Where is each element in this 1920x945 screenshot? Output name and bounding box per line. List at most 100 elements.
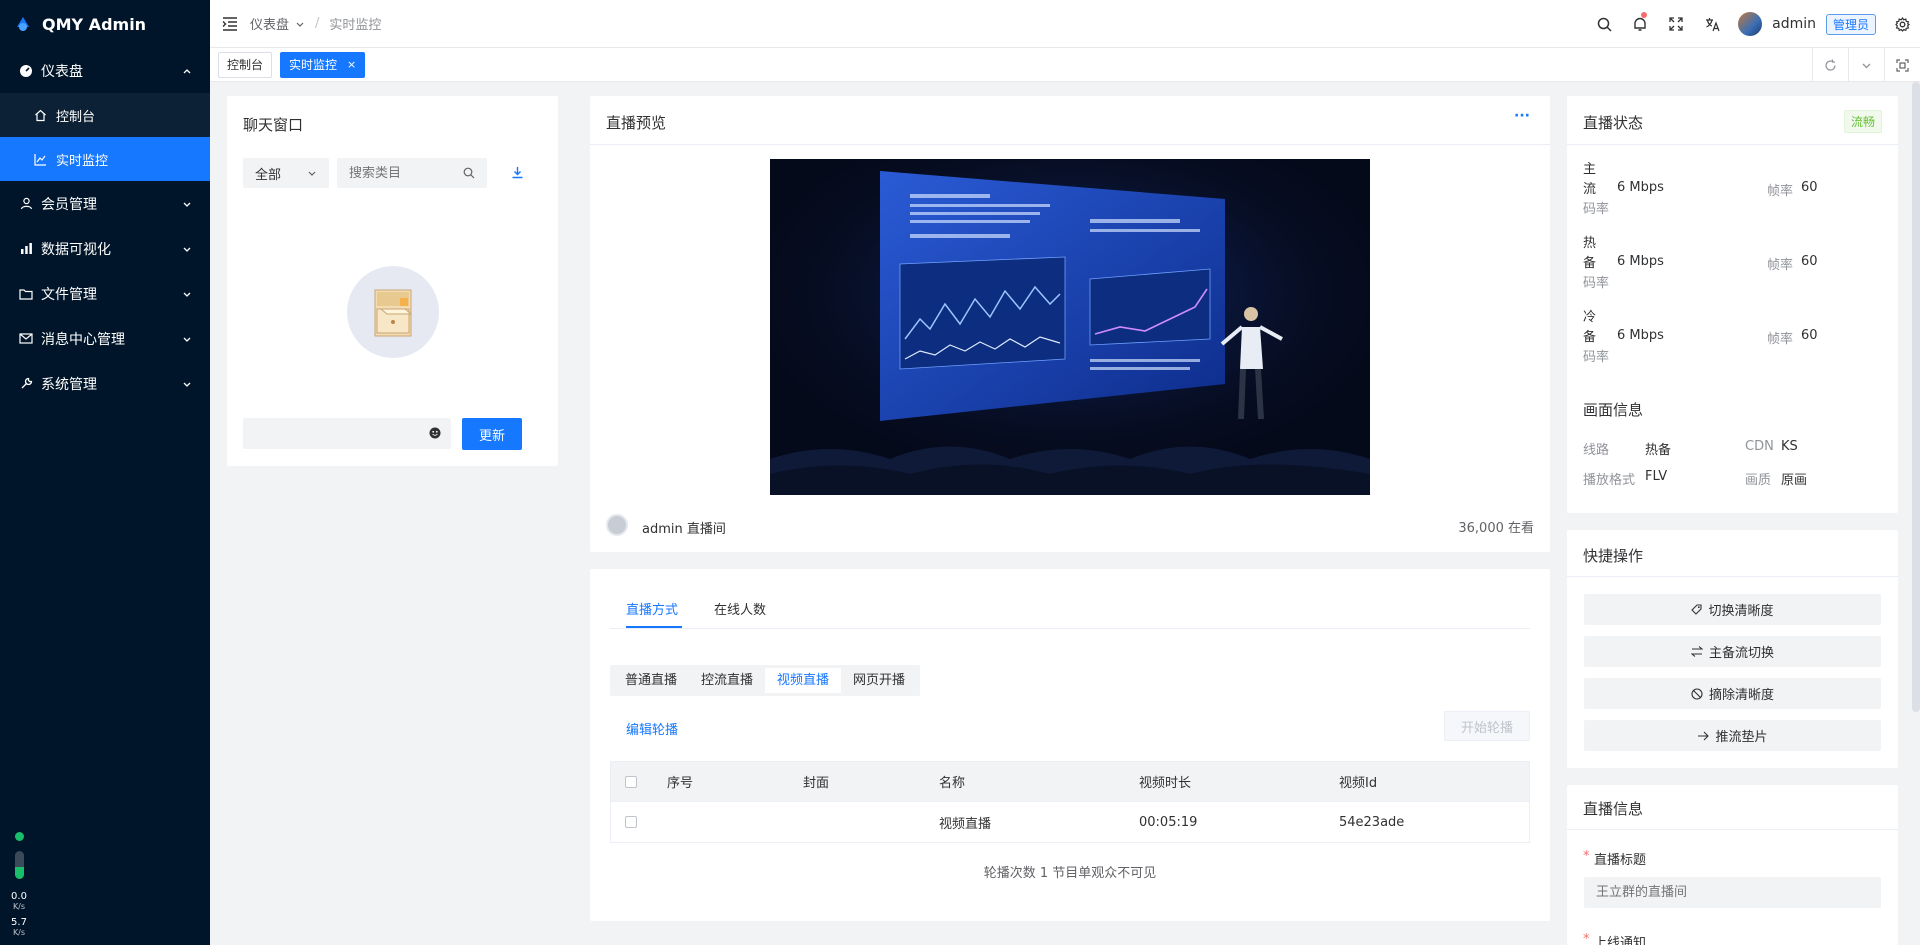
tab-live-mode[interactable]: 直播方式 [626, 599, 678, 618]
switch-quality-button[interactable]: 切换清晰度 [1584, 594, 1881, 625]
page-scrollbar[interactable] [1912, 82, 1920, 712]
cell-duration: 00:05:19 [1139, 814, 1198, 830]
folder-icon [18, 286, 34, 302]
stream-stat-hot-standby: 热 备 码率 6 Mbps 帧率 60 [1583, 234, 1883, 294]
search-icon[interactable] [1586, 0, 1622, 48]
tab-console[interactable]: 控制台 [218, 51, 273, 78]
format-label: 播放格式 [1583, 473, 1636, 488]
search-input[interactable] [349, 165, 459, 181]
mode-normal[interactable]: 普通直播 [613, 668, 689, 693]
card-title: 直播信息 [1583, 800, 1644, 818]
chevron-down-icon [182, 199, 192, 209]
column-name: 名称 [939, 776, 966, 791]
username[interactable]: admin [1772, 16, 1816, 32]
tabs-divider [610, 628, 1530, 629]
header-actions: admin 管理员 [1586, 0, 1920, 48]
sidebar-item-label: 仪表盘 [41, 63, 83, 80]
stream-name-line: 码率 [1583, 276, 1610, 291]
action-label: 推流垫片 [1715, 730, 1768, 745]
breadcrumb-item-dashboard[interactable]: 仪表盘 [250, 14, 289, 33]
sidebar-item-dashboard[interactable]: 仪表盘 [0, 48, 210, 93]
push-pad-button[interactable]: 推流垫片 [1584, 720, 1881, 751]
translate-icon[interactable] [1694, 0, 1730, 48]
column-index: 序号 [667, 776, 694, 791]
bell-icon[interactable] [1622, 0, 1658, 48]
cdn-label: CDN [1745, 439, 1774, 454]
chevron-down-icon [182, 334, 192, 344]
card-divider [590, 144, 1550, 145]
action-label: 主备流切换 [1708, 646, 1774, 661]
app-logo[interactable]: QMY Admin [0, 0, 210, 48]
chevron-down-icon [182, 379, 192, 389]
sidebar-item-data-visualization[interactable]: 数据可视化 [0, 226, 210, 271]
table-header: 序号 封面 名称 视频时长 视频Id [611, 762, 1529, 802]
select-value: 全部 [255, 167, 282, 183]
tag-icon [1691, 604, 1703, 615]
fps-label: 帧率 [1767, 258, 1794, 273]
settings-icon[interactable] [1884, 0, 1920, 48]
ban-icon [1691, 687, 1703, 700]
required-mark: * [1583, 849, 1590, 864]
sidebar-item-realtime-monitor[interactable]: 实时监控 [0, 137, 210, 181]
action-label: 摘除清晰度 [1708, 688, 1774, 703]
close-icon[interactable]: × [347, 58, 356, 71]
route-label: 线路 [1583, 443, 1610, 458]
avatar[interactable] [1738, 12, 1763, 36]
empty-state-illustration [347, 266, 439, 358]
sidebar-item-message-center[interactable]: 消息中心管理 [0, 316, 210, 361]
row-checkbox[interactable] [625, 816, 637, 828]
edit-carousel-link[interactable]: 编辑轮播 [626, 719, 678, 738]
field-label-title: 直播标题 [1594, 853, 1647, 868]
category-search-input[interactable] [337, 158, 487, 188]
chat-message-input[interactable] [243, 418, 451, 449]
chevron-down-icon[interactable] [1848, 48, 1884, 82]
menu-fold-icon[interactable] [222, 16, 238, 31]
switch-standby-stream-button[interactable]: 主备流切换 [1584, 636, 1881, 667]
sidebar-item-label: 消息中心管理 [41, 331, 125, 348]
tab-label: 控制台 [227, 58, 264, 72]
mode-video[interactable]: 视频直播 [765, 668, 842, 693]
stream-name-line: 备 [1583, 330, 1597, 345]
sidebar-item-members[interactable]: 会员管理 [0, 181, 210, 226]
refresh-icon[interactable] [1812, 48, 1848, 82]
more-icon[interactable]: ··· [1514, 108, 1530, 124]
select-all-checkbox[interactable] [625, 775, 637, 788]
required-mark: * [1583, 932, 1590, 945]
sidebar-item-label: 会员管理 [41, 196, 97, 213]
arrow-right-icon [1697, 731, 1710, 741]
fps-value: 60 [1801, 328, 1818, 343]
app-name: QMY Admin [42, 14, 147, 34]
chevron-down-icon [295, 19, 305, 29]
live-title-input[interactable] [1584, 877, 1881, 908]
sidebar-item-console[interactable]: 控制台 [0, 93, 210, 137]
fps-value: 60 [1801, 254, 1818, 269]
fullscreen-icon[interactable] [1658, 0, 1694, 48]
chevron-down-icon [182, 244, 192, 254]
tab-realtime-monitor[interactable]: 实时监控 × [280, 51, 366, 78]
sidebar-item-system-management[interactable]: 系统管理 [0, 361, 210, 406]
maximize-icon[interactable] [1884, 48, 1920, 82]
emoji-icon[interactable] [429, 427, 441, 439]
stream-name-line: 冷 [1583, 310, 1597, 325]
search-icon[interactable] [463, 167, 475, 179]
streamer-avatar[interactable] [606, 514, 628, 536]
stream-name: 主 流 码率 [1583, 160, 1609, 220]
update-button[interactable]: 更新 [462, 418, 522, 450]
download-icon[interactable] [511, 166, 524, 179]
mode-flow-control[interactable]: 控流直播 [689, 668, 765, 693]
sidebar-item-file-management[interactable]: 文件管理 [0, 271, 210, 316]
start-carousel-button[interactable]: 开始轮播 [1444, 711, 1530, 741]
swap-icon [1690, 646, 1703, 657]
stream-name: 冷 备 码率 [1583, 308, 1609, 368]
tab-online-count[interactable]: 在线人数 [714, 599, 766, 618]
live-video-player[interactable] [770, 159, 1370, 495]
category-filter-select[interactable]: 全部 [243, 158, 329, 188]
speed-meter [14, 851, 24, 879]
stream-name-line: 码率 [1583, 202, 1610, 217]
tab-label: 实时监控 [289, 58, 338, 72]
mode-web[interactable]: 网页开播 [841, 668, 917, 693]
chat-window-card: 聊天窗口 全部 更新 [227, 96, 558, 466]
line-chart-icon [33, 152, 47, 166]
remove-quality-button[interactable]: 摘除清晰度 [1584, 678, 1881, 709]
download-speed: 5.7 [11, 917, 27, 928]
